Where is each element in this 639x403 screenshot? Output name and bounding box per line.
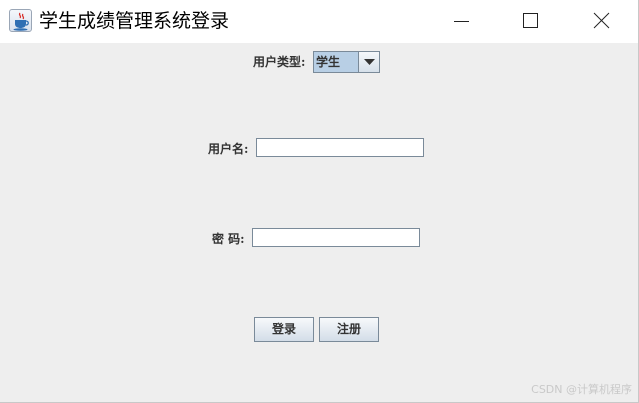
username-field[interactable] [256,138,424,157]
minimize-icon [454,21,469,22]
dropdown-arrow-button[interactable] [358,52,379,72]
java-cup-icon [9,9,32,32]
chevron-down-icon [364,59,375,65]
login-window: 学生成绩管理系统登录 用户类型: 学生 用户名: 密 码: 登录 注册 CSDN… [0,0,639,403]
username-label: 用户名: [208,142,249,156]
maximize-icon [523,13,538,28]
user-type-select[interactable]: 学生 [313,51,380,73]
login-button[interactable]: 登录 [254,317,314,342]
title-bar: 学生成绩管理系统登录 [0,0,638,43]
password-label: 密 码: [212,232,245,246]
login-form-panel: 用户类型: 学生 用户名: 密 码: 登录 注册 CSDN @计算机程序 [0,43,638,402]
user-type-label: 用户类型: [253,55,306,69]
password-field[interactable] [252,228,420,247]
register-button[interactable]: 注册 [319,317,379,342]
maximize-button[interactable] [508,0,554,43]
user-type-selected-value: 学生 [316,55,341,69]
close-icon [593,12,610,29]
minimize-button[interactable] [438,0,484,43]
watermark-text: CSDN @计算机程序 [531,383,632,396]
window-title: 学生成绩管理系统登录 [39,10,230,32]
close-button[interactable] [578,0,624,43]
